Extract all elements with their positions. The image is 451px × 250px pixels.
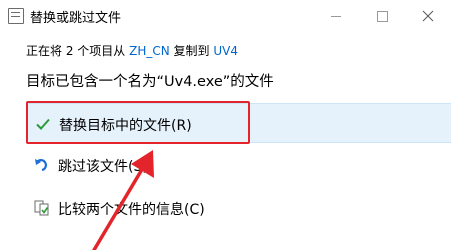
annotation-arrow-icon (92, 150, 154, 250)
